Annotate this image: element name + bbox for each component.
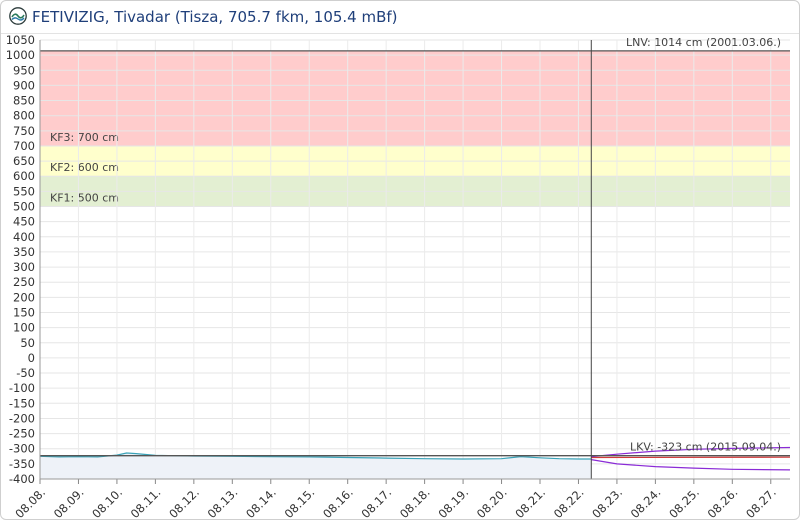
y-tick-label: -200 [9, 411, 35, 425]
y-tick-label: -100 [9, 381, 35, 395]
y-tick-label: -400 [9, 472, 35, 486]
x-tick-label: 08.17. [359, 485, 395, 520]
y-tick-label: 600 [13, 169, 35, 183]
x-tick-label: 08.25. [666, 485, 702, 520]
x-tick-label: 08.19. [435, 485, 471, 520]
x-tick-label: 08.14. [243, 485, 279, 520]
alert-zone-band [40, 50, 790, 146]
x-tick-label: 08.21. [512, 485, 548, 520]
x-tick-label: 08.20. [474, 485, 510, 520]
alert-zone-label: KF1: 500 cm [50, 192, 119, 205]
reference-line-label: LNV: 1014 cm (2001.03.06.) [626, 36, 781, 49]
y-tick-label: 1000 [6, 48, 35, 62]
alert-zone-label: KF2: 600 cm [50, 161, 119, 174]
x-tick-label: 08.13. [205, 485, 241, 520]
x-tick-label: 08.12. [166, 485, 202, 520]
y-tick-label: 100 [13, 321, 35, 335]
y-tick-label: 650 [13, 154, 35, 168]
y-tick-label: 150 [13, 305, 35, 319]
y-tick-label: 800 [13, 109, 35, 123]
x-tick-label: 08.08. [12, 485, 48, 520]
x-tick-label: 08.27. [743, 485, 779, 520]
x-tick-label: 08.09. [51, 485, 87, 520]
x-tick-label: 08.24. [628, 485, 664, 520]
y-tick-label: 350 [13, 245, 35, 259]
y-tick-label: 300 [13, 260, 35, 274]
x-tick-label: 08.18. [397, 485, 433, 520]
x-tick-label: 08.10. [89, 485, 125, 520]
x-tick-label: 08.16. [320, 485, 356, 520]
y-tick-label: 250 [13, 275, 35, 289]
alert-zones: KF3: 700 cm KF2: 600 cm KF1: 500 cm [40, 50, 790, 207]
x-tick-label: 08.15. [282, 485, 318, 520]
y-tick-label: 500 [13, 200, 35, 214]
y-tick-label: 450 [13, 215, 35, 229]
y-tick-label: -300 [9, 442, 35, 456]
y-tick-label: 850 [13, 94, 35, 108]
y-tick-label: 900 [13, 78, 35, 92]
y-tick-label: 750 [13, 124, 35, 138]
y-tick-label: 400 [13, 230, 35, 244]
y-tick-label: 200 [13, 290, 35, 304]
reference-line-label: LKV: -323 cm (2015.09.04.) [630, 441, 781, 454]
hydrograph-chart: KF3: 700 cm KF2: 600 cm KF1: 500 cm LNV: 1… [6, 33, 791, 520]
y-tick-label: 950 [13, 63, 35, 77]
x-tick-label: 08.26. [705, 485, 741, 520]
x-tick-label: 08.23. [589, 485, 625, 520]
x-tick-label: 08.11. [128, 485, 164, 520]
y-tick-label: 1050 [6, 33, 35, 47]
x-tick-label: 08.22. [551, 485, 587, 520]
alert-zone-label: KF3: 700 cm [50, 131, 119, 144]
y-tick-label: 50 [20, 336, 35, 350]
y-tick-label: -150 [9, 396, 35, 410]
y-tick-label: -350 [9, 457, 35, 471]
y-tick-label: -50 [16, 366, 35, 380]
y-tick-label: 0 [28, 351, 35, 365]
y-tick-label: 700 [13, 139, 35, 153]
y-tick-label: -250 [9, 427, 35, 441]
y-tick-label: 550 [13, 184, 35, 198]
